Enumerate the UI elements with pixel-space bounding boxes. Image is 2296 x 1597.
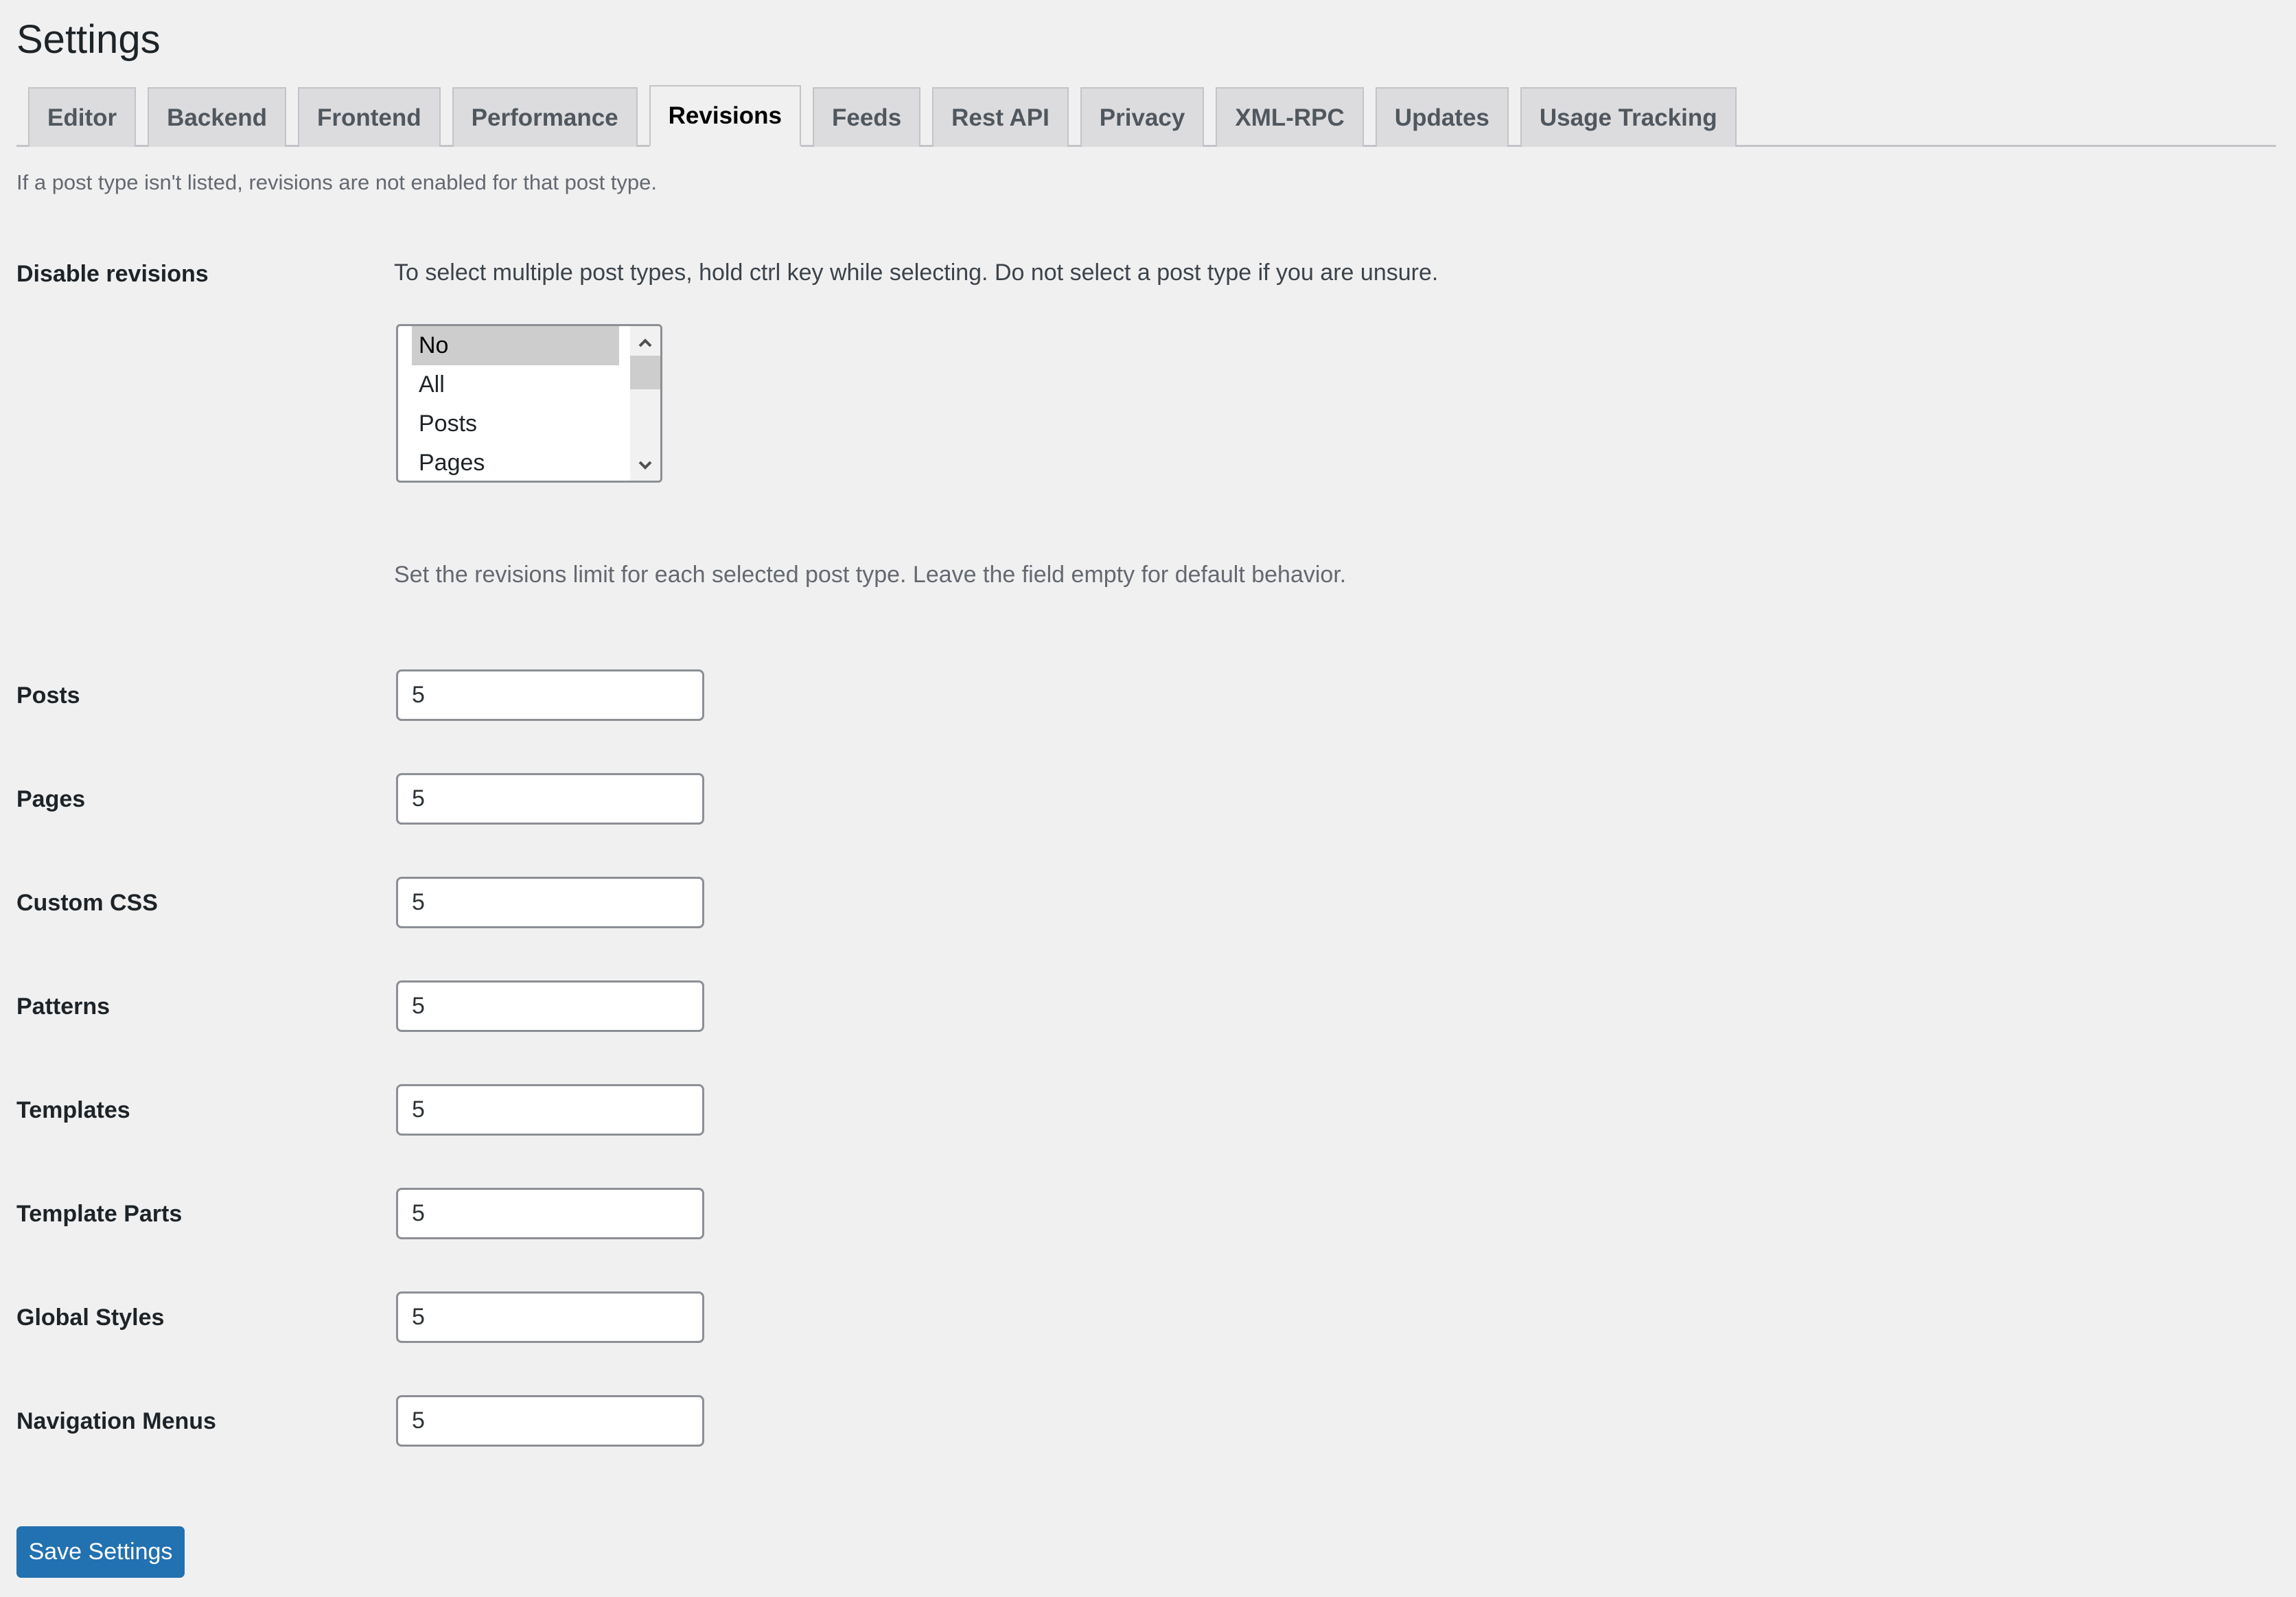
limit-input-template-parts[interactable]	[396, 1188, 704, 1239]
tab-xml-rpc[interactable]: XML-RPC	[1216, 87, 1364, 147]
scroll-up-button[interactable]	[630, 329, 660, 356]
revisions-notice: If a post type isn't listed, revisions a…	[16, 170, 657, 194]
limit-label-templates: Templates	[16, 1097, 130, 1123]
limit-input-templates[interactable]	[396, 1084, 704, 1136]
tab-rest-api[interactable]: Rest API	[932, 87, 1069, 147]
scroll-thumb[interactable]	[630, 356, 660, 389]
limit-label-pages: Pages	[16, 786, 86, 812]
tab-performance[interactable]: Performance	[452, 87, 638, 147]
limit-input-pages[interactable]	[396, 773, 704, 825]
select-option-posts[interactable]: Posts	[412, 404, 619, 444]
limit-input-global-styles[interactable]	[396, 1291, 704, 1343]
tab-editor[interactable]: Editor	[28, 87, 137, 147]
limit-label-navigation-menus: Navigation Menus	[16, 1408, 216, 1434]
select-option-all[interactable]: All	[412, 365, 619, 404]
limit-label-patterns: Patterns	[16, 993, 111, 1020]
tab-updates[interactable]: Updates	[1375, 87, 1509, 147]
limit-label-posts: Posts	[16, 682, 80, 709]
settings-tabs: Editor Backend Frontend Performance Revi…	[16, 85, 2276, 147]
limit-input-navigation-menus[interactable]	[396, 1395, 704, 1447]
limit-input-patterns[interactable]	[396, 980, 704, 1032]
select-option-no[interactable]: No	[412, 326, 619, 365]
limit-label-custom-css: Custom CSS	[16, 890, 158, 916]
disable-revisions-help: To select multiple post types, hold ctrl…	[394, 260, 1439, 286]
tab-revisions[interactable]: Revisions	[649, 85, 801, 147]
select-option-pages[interactable]: Pages	[412, 444, 619, 481]
select-scrollbar[interactable]	[630, 326, 660, 481]
tab-usage-tracking[interactable]: Usage Tracking	[1520, 87, 1737, 147]
revisions-limit-help: Set the revisions limit for each selecte…	[394, 562, 1347, 588]
disable-revisions-label: Disable revisions	[16, 261, 209, 287]
scroll-down-button[interactable]	[630, 452, 660, 479]
limit-label-template-parts: Template Parts	[16, 1201, 183, 1227]
page-title: Settings	[16, 17, 161, 62]
limit-input-custom-css[interactable]	[396, 877, 704, 928]
tab-frontend[interactable]: Frontend	[298, 87, 441, 147]
limit-label-global-styles: Global Styles	[16, 1305, 165, 1331]
tab-feeds[interactable]: Feeds	[813, 87, 921, 147]
save-settings-button[interactable]: Save Settings	[16, 1526, 185, 1578]
limit-input-posts[interactable]	[396, 669, 704, 721]
select-options: No All Posts Pages	[412, 326, 619, 481]
chevron-down-icon	[638, 461, 652, 470]
tab-privacy[interactable]: Privacy	[1080, 87, 1205, 147]
disable-revisions-select[interactable]: No All Posts Pages	[396, 324, 662, 483]
chevron-up-icon	[638, 338, 652, 347]
tab-backend[interactable]: Backend	[148, 87, 287, 147]
